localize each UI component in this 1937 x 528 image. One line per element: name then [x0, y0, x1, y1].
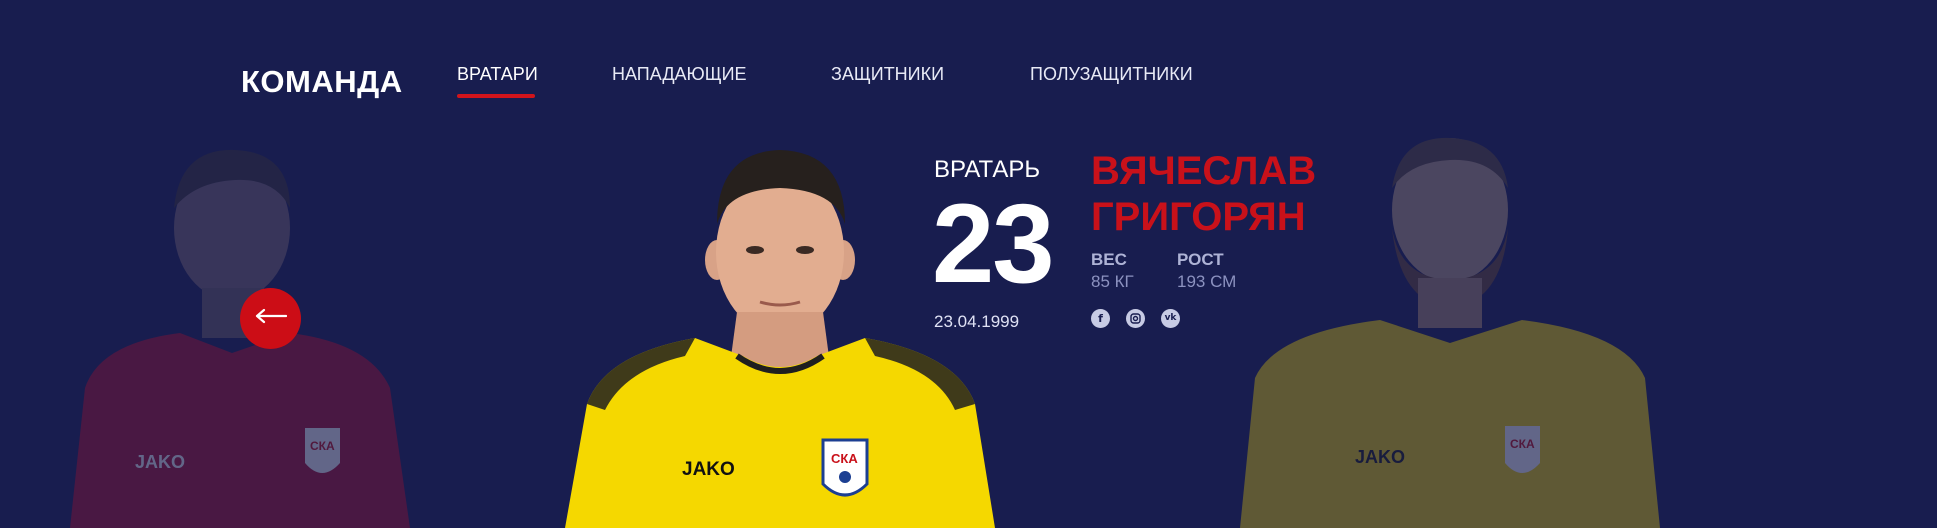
player-weight: ВЕС 85 КГ — [1091, 250, 1134, 292]
center-jersey-brand: JAKO — [682, 459, 735, 480]
team-slider: JAKO СКА JAKO СКА JAKO СКА КОМАНДА ВРАТА… — [0, 0, 1937, 528]
facebook-icon[interactable]: f — [1091, 309, 1110, 328]
player-name: ВЯЧЕСЛАВ ГРИГОРЯН — [1091, 148, 1316, 240]
tab-forwards[interactable]: НАПАДАЮЩИЕ — [612, 64, 747, 85]
weight-value: 85 КГ — [1091, 272, 1134, 291]
height-value: 193 СМ — [1177, 272, 1237, 291]
left-jersey-brand: JAKO — [135, 452, 185, 472]
instagram-icon[interactable] — [1126, 309, 1145, 328]
active-tab-indicator — [457, 94, 535, 98]
player-last-name: ГРИГОРЯН — [1091, 195, 1306, 239]
player-height: РОСТ 193 СМ — [1177, 250, 1236, 292]
arrow-left-icon — [255, 308, 287, 329]
center-club-badge: СКА — [821, 438, 869, 497]
prev-player-button[interactable] — [240, 288, 301, 349]
tab-defenders[interactable]: ЗАЩИТНИКИ — [831, 64, 944, 85]
height-label: РОСТ — [1177, 250, 1224, 269]
svg-text:СКА: СКА — [831, 451, 858, 466]
social-links: f vk — [1091, 309, 1180, 328]
vk-icon[interactable]: vk — [1161, 309, 1180, 328]
player-number: 23 — [932, 181, 1055, 306]
player-birth-date: 23.04.1999 — [934, 312, 1020, 331]
player-first-name: ВЯЧЕСЛАВ — [1091, 149, 1317, 193]
tab-goalkeepers[interactable]: ВРАТАРИ — [457, 64, 538, 85]
team-title: КОМАНДА — [241, 64, 403, 99]
right-club-badge: СКА — [1505, 426, 1540, 473]
right-jersey-brand: JAKO — [1355, 447, 1405, 467]
weight-label: ВЕС — [1091, 250, 1127, 269]
tab-midfielders[interactable]: ПОЛУЗАЩИТНИКИ — [1030, 64, 1193, 85]
svg-text:СКА: СКА — [310, 439, 335, 453]
player-photo-current: JAKO СКА — [565, 142, 995, 528]
player-role: ВРАТАРЬ — [934, 156, 1041, 183]
player-silhouette: JAKO СКА — [565, 150, 995, 528]
left-club-badge: СКА — [305, 428, 340, 473]
svg-text:СКА: СКА — [1510, 437, 1535, 451]
